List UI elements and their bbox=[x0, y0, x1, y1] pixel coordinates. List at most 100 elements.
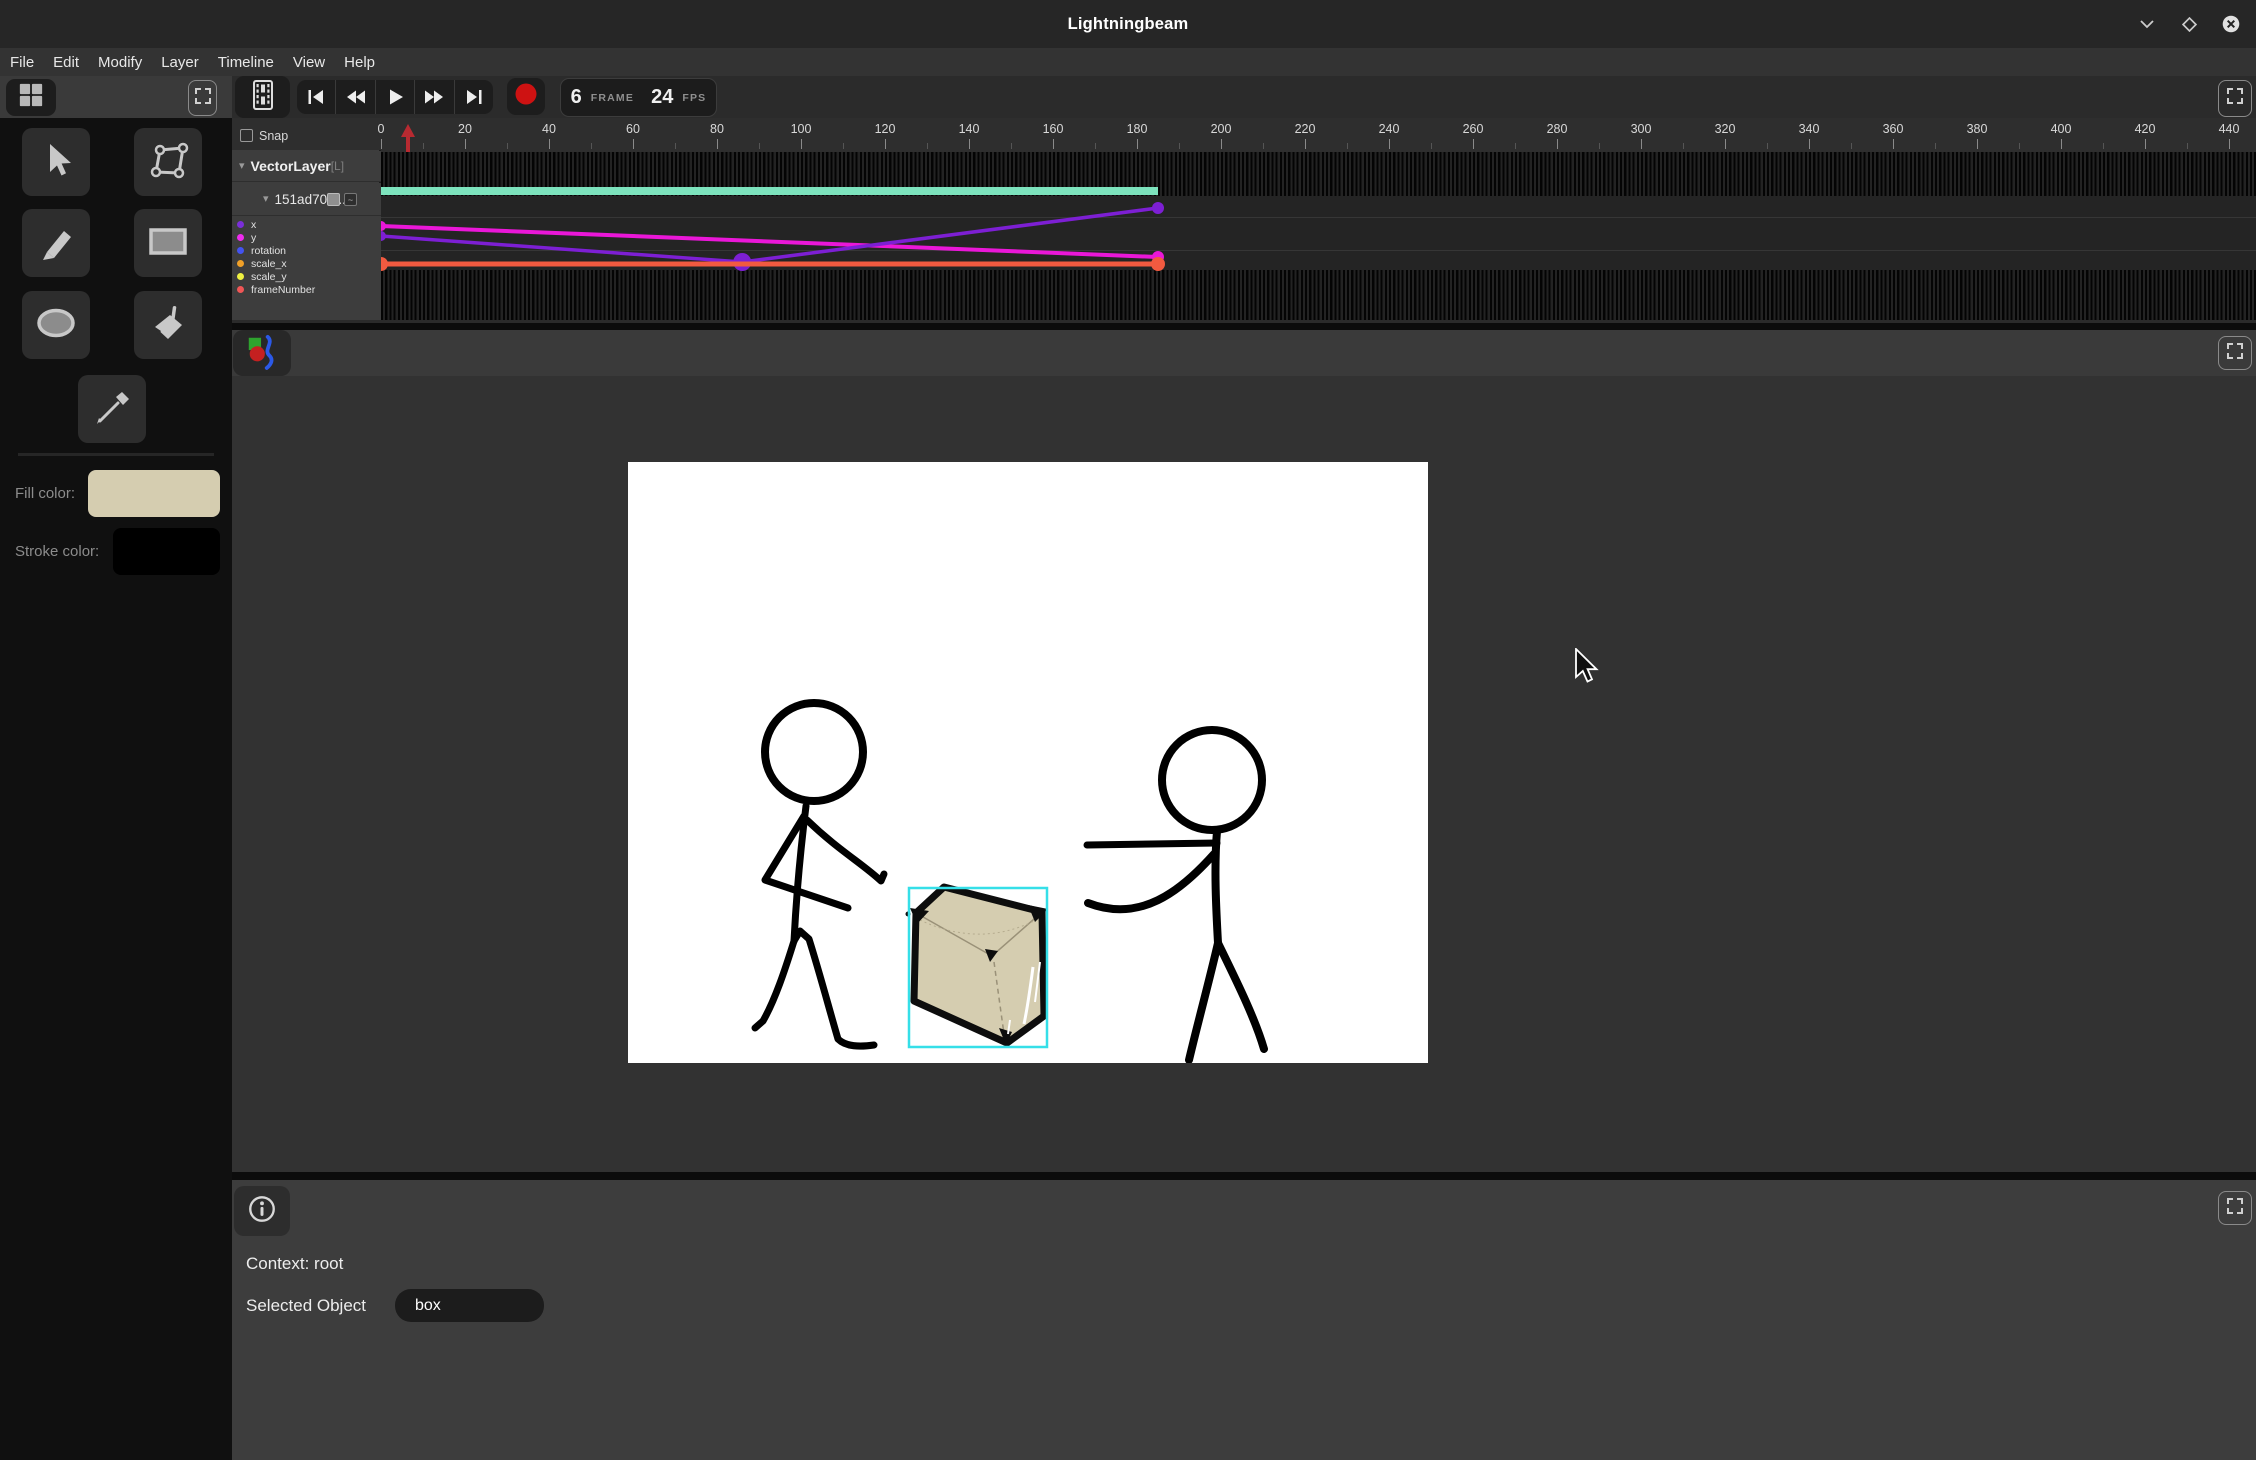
property-color-dot bbox=[237, 273, 244, 280]
keyframe-dot-frameNumber[interactable] bbox=[1151, 257, 1165, 271]
stage-mode-button[interactable] bbox=[233, 330, 291, 376]
property-row-x[interactable]: x bbox=[232, 218, 381, 231]
curve-y[interactable] bbox=[381, 226, 1158, 257]
menu-item-layer[interactable]: Layer bbox=[161, 54, 199, 71]
keyframe-curves[interactable] bbox=[381, 195, 2256, 285]
play-button[interactable] bbox=[376, 80, 415, 114]
layer-row-object[interactable]: ▾ 151ad70a... ~ bbox=[232, 183, 381, 216]
stroke-color-swatch[interactable] bbox=[113, 528, 220, 575]
property-color-dot bbox=[237, 260, 244, 267]
selected-object-field[interactable]: box bbox=[395, 1289, 544, 1322]
app-window: Lightningbeam FileEditModifyLayerTimelin… bbox=[0, 0, 2256, 1460]
property-row-scale_x[interactable]: scale_x bbox=[232, 257, 381, 270]
rectangle-icon bbox=[145, 223, 191, 264]
fullscreen-icon bbox=[194, 87, 212, 110]
rewind-button[interactable] bbox=[336, 80, 375, 114]
fast-forward-button[interactable] bbox=[415, 80, 454, 114]
menu-item-file[interactable]: File bbox=[10, 54, 34, 71]
ruler-tick bbox=[2103, 143, 2104, 149]
ruler-tick bbox=[2229, 139, 2230, 149]
frames-span-bar[interactable] bbox=[381, 187, 1158, 195]
box-object[interactable] bbox=[906, 887, 1049, 1045]
stick-figure-right[interactable] bbox=[1087, 730, 1264, 1060]
stage-header bbox=[232, 330, 2256, 376]
keyframe-dot-frameNumber[interactable] bbox=[381, 257, 388, 271]
menu-item-timeline[interactable]: Timeline bbox=[218, 54, 274, 71]
stage-expand-button[interactable] bbox=[2218, 336, 2252, 370]
ruler-label: 240 bbox=[1379, 122, 1400, 136]
ruler-tick bbox=[885, 139, 886, 149]
ruler-label: 300 bbox=[1631, 122, 1652, 136]
ruler-tick bbox=[1557, 139, 1558, 149]
fill-color-swatch[interactable] bbox=[88, 470, 220, 517]
minimize-icon[interactable] bbox=[2136, 13, 2158, 35]
info-button[interactable] bbox=[234, 1186, 290, 1236]
chevron-down-icon[interactable]: ▾ bbox=[263, 194, 269, 205]
ellipse-tool-button[interactable] bbox=[22, 291, 90, 359]
skip-to-end-button[interactable] bbox=[455, 80, 493, 114]
property-row-scale_y[interactable]: scale_y bbox=[232, 270, 381, 283]
keyframe-dot-x[interactable] bbox=[381, 231, 386, 241]
fps-value: 24 bbox=[651, 86, 673, 109]
inspector-expand-button[interactable] bbox=[2218, 1191, 2252, 1225]
property-row-frameNumber[interactable]: frameNumber bbox=[232, 283, 381, 296]
frame-label: FRAME bbox=[591, 92, 634, 104]
select-arrow-icon bbox=[34, 137, 78, 188]
menu-item-help[interactable]: Help bbox=[344, 54, 375, 71]
menu-item-edit[interactable]: Edit bbox=[53, 54, 79, 71]
layer-row-vectorlayer[interactable]: ▾ VectorLayer [L] bbox=[232, 151, 381, 182]
timeline-expand-button[interactable] bbox=[2218, 80, 2252, 117]
sidebar-expand-button[interactable] bbox=[188, 80, 217, 116]
tool-sidebar bbox=[0, 76, 232, 1460]
ruler-label: 340 bbox=[1799, 122, 1820, 136]
close-icon[interactable] bbox=[2220, 13, 2242, 35]
maximize-icon[interactable] bbox=[2178, 13, 2200, 35]
keyframe-dot-y[interactable] bbox=[381, 221, 386, 231]
fps-label: FPS bbox=[682, 92, 706, 104]
keyframe-dot-x[interactable] bbox=[1152, 202, 1164, 214]
ruler-tick bbox=[2145, 139, 2146, 149]
menu-item-modify[interactable]: Modify bbox=[98, 54, 142, 71]
property-row-rotation[interactable]: rotation bbox=[232, 244, 381, 257]
pencil-icon bbox=[33, 218, 79, 269]
rectangle-tool-button[interactable] bbox=[134, 209, 202, 277]
paint-bucket-icon bbox=[145, 300, 191, 351]
menu-item-view[interactable]: View bbox=[293, 54, 325, 71]
ruler-tick bbox=[1935, 143, 1936, 149]
stick-figure-left[interactable] bbox=[755, 703, 884, 1046]
tools-grid-button[interactable] bbox=[6, 79, 56, 116]
ruler-tick bbox=[1515, 143, 1516, 149]
eyedropper-tool-button[interactable] bbox=[78, 375, 146, 443]
ruler-tick bbox=[1767, 143, 1768, 149]
skip-to-start-button[interactable] bbox=[297, 80, 336, 114]
playhead[interactable] bbox=[401, 124, 415, 154]
property-name: rotation bbox=[251, 245, 286, 257]
record-button[interactable] bbox=[507, 78, 545, 115]
ruler-label: 140 bbox=[959, 122, 980, 136]
chevron-down-icon[interactable]: ▾ bbox=[239, 161, 245, 172]
frame-fps-panel[interactable]: 6 FRAME 24 FPS bbox=[560, 78, 717, 117]
ruler-tick bbox=[1263, 143, 1264, 149]
layer-visibility-toggle[interactable] bbox=[327, 193, 340, 206]
ruler-tick bbox=[1389, 139, 1390, 149]
property-row-y[interactable]: y bbox=[232, 231, 381, 244]
layer-mode-toggle[interactable]: ~ bbox=[344, 193, 357, 206]
layer-name: VectorLayer bbox=[251, 158, 331, 174]
ruler-label: 320 bbox=[1715, 122, 1736, 136]
ruler-tick bbox=[1851, 143, 1852, 149]
ruler-tick bbox=[1977, 139, 1978, 149]
ruler-label: 100 bbox=[791, 122, 812, 136]
ruler-tick bbox=[1053, 139, 1054, 149]
transform-tool-button[interactable] bbox=[134, 128, 202, 196]
ruler-tick bbox=[549, 139, 550, 149]
snap-label: Snap bbox=[259, 124, 288, 148]
ruler-label: 80 bbox=[710, 122, 724, 136]
film-button[interactable] bbox=[235, 76, 290, 118]
drawing-canvas[interactable] bbox=[628, 462, 1428, 1063]
pencil-tool-button[interactable] bbox=[22, 209, 90, 277]
paint-bucket-tool-button[interactable] bbox=[134, 291, 202, 359]
snap-checkbox[interactable] bbox=[240, 129, 253, 142]
timeline-ruler[interactable]: 0204060801001201401601802002202402602803… bbox=[381, 120, 2256, 152]
property-name: y bbox=[251, 232, 256, 244]
select-tool-button[interactable] bbox=[22, 128, 90, 196]
